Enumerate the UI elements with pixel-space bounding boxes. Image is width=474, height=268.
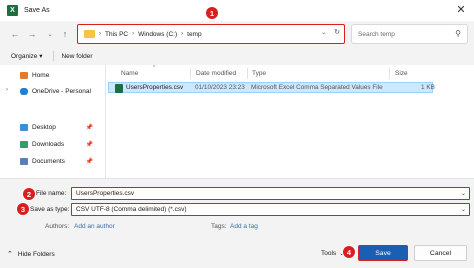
save-as-type-label: Save as type: (30, 206, 70, 213)
folder-icon (84, 30, 95, 38)
step-badge-4: 4 (342, 245, 356, 259)
cancel-button[interactable]: Cancel (414, 245, 467, 261)
search-input[interactable]: Search temp ⚲ (351, 24, 468, 44)
chevron-right-icon[interactable]: › (6, 87, 8, 93)
column-header-type[interactable]: Type (252, 67, 266, 79)
home-icon (20, 71, 28, 79)
chevron-up-icon: ⌃ (7, 251, 13, 258)
file-name-value: UsersProperties.csv (76, 190, 135, 197)
organize-label: Organize (11, 53, 38, 60)
window-title: Save As (24, 7, 50, 14)
column-header-size[interactable]: Size (395, 67, 408, 79)
sidebar-item-label: Desktop (32, 123, 56, 131)
step-badge-2: 2 (22, 187, 36, 201)
search-placeholder: Search temp (358, 30, 395, 38)
refresh-icon[interactable]: ↻ (334, 28, 340, 36)
pin-icon: 📌 (85, 124, 93, 131)
sidebar-item-home[interactable]: Home (20, 69, 49, 81)
column-header-name[interactable]: Name (121, 67, 138, 79)
add-author-link[interactable]: Add an author (74, 223, 115, 230)
sidebar-item-downloads[interactable]: Downloads 📌 (20, 138, 105, 150)
step-badge-1: 1 (205, 6, 219, 20)
organize-button[interactable]: Organize ▾ (11, 52, 42, 60)
excel-app-icon: X (7, 5, 18, 16)
address-bar[interactable]: › This PC › Windows (C:) › temp ⌄ ↻ (77, 24, 345, 44)
tools-label: Tools (321, 250, 337, 257)
save-button[interactable]: Save (358, 245, 408, 261)
add-tag-link[interactable]: Add a tag (230, 223, 258, 230)
file-name: UsersProperties.csv (126, 84, 184, 91)
chevron-right-icon: › (132, 31, 135, 37)
authors-label: Authors: (45, 223, 70, 230)
sidebar-item-documents[interactable]: Documents 📌 (20, 155, 105, 167)
breadcrumb-this-pc[interactable]: This PC (105, 31, 128, 38)
sidebar-item-onedrive[interactable]: OneDrive - Personal (20, 85, 91, 97)
file-date: 01/10/2023 23:23 (195, 84, 245, 91)
new-folder-button[interactable]: New folder (61, 53, 92, 60)
cloud-icon (20, 87, 28, 95)
file-size: 1 KB (421, 84, 435, 91)
file-type: Microsoft Excel Comma Separated Values F… (251, 84, 383, 91)
arrow-right-icon[interactable]: → (25, 26, 39, 42)
pin-icon: 📌 (85, 141, 93, 148)
column-header-date[interactable]: Date modified (196, 67, 236, 79)
search-icon: ⚲ (455, 29, 461, 38)
command-toolbar: Organize ▾ New folder (0, 47, 474, 65)
breadcrumb-windows-c[interactable]: Windows (C:) (138, 31, 177, 38)
save-form: File name: UsersProperties.csv ⌄ Save as… (0, 178, 474, 240)
breadcrumb-temp[interactable]: temp (187, 31, 201, 38)
sidebar-item-desktop[interactable]: Desktop 📌 (20, 121, 105, 133)
column-divider[interactable] (190, 68, 191, 79)
document-icon (20, 157, 28, 165)
navigation-pane: Home › OneDrive - Personal Desktop 📌 Dow… (0, 65, 105, 178)
chevron-down-icon[interactable]: ⌄ (461, 190, 466, 197)
tools-button[interactable]: Tools ⌄ (321, 250, 344, 257)
arrow-left-icon[interactable]: ← (8, 26, 22, 42)
sidebar-item-label: Home (32, 71, 50, 79)
title-bar: X Save As ✕ (0, 0, 474, 21)
chevron-right-icon: › (181, 31, 184, 37)
hide-folders-button[interactable]: ⌃ Hide Folders (7, 250, 55, 259)
navigation-bar: ← → ⌄ ↑ › This PC › Windows (C:) › temp … (0, 21, 474, 47)
hide-folders-label: Hide Folders (17, 250, 55, 258)
dialog-footer: ⌃ Hide Folders Tools ⌄ Save Cancel (0, 240, 474, 268)
chevron-down-icon[interactable]: ⌄ (461, 206, 466, 213)
column-divider[interactable] (389, 68, 390, 79)
file-name-field[interactable]: UsersProperties.csv ⌄ (71, 187, 470, 200)
sidebar-item-label: Documents (32, 157, 65, 165)
desktop-icon (20, 123, 28, 131)
sort-arrow-icon: ^ (153, 65, 156, 71)
step-badge-3: 3 (16, 202, 30, 216)
pin-icon: 📌 (85, 158, 93, 165)
close-icon[interactable]: ✕ (454, 2, 468, 16)
download-icon (20, 140, 28, 148)
arrow-up-icon[interactable]: ↑ (58, 26, 72, 42)
excel-file-icon (115, 84, 123, 93)
chevron-down-icon[interactable]: ⌄ (321, 29, 326, 36)
column-divider[interactable] (247, 68, 248, 79)
sidebar-item-label: OneDrive - Personal (32, 87, 91, 95)
table-row[interactable]: UsersProperties.csv 01/10/2023 23:23 Mic… (108, 82, 435, 93)
save-as-type-value: CSV UTF-8 (Comma delimited) (*.csv) (76, 206, 187, 213)
file-name-label: File name: (36, 190, 67, 197)
chevron-down-icon: ▾ (39, 53, 43, 60)
chevron-down-icon[interactable]: ⌄ (43, 26, 57, 42)
file-list: Name ^ Date modified Type Size UsersProp… (106, 65, 474, 178)
tags-label: Tags: (211, 223, 227, 230)
toolbar-divider (53, 51, 54, 61)
save-as-type-select[interactable]: CSV UTF-8 (Comma delimited) (*.csv) ⌄ (71, 203, 470, 216)
chevron-right-icon: › (99, 31, 101, 37)
sidebar-item-label: Downloads (32, 140, 65, 148)
